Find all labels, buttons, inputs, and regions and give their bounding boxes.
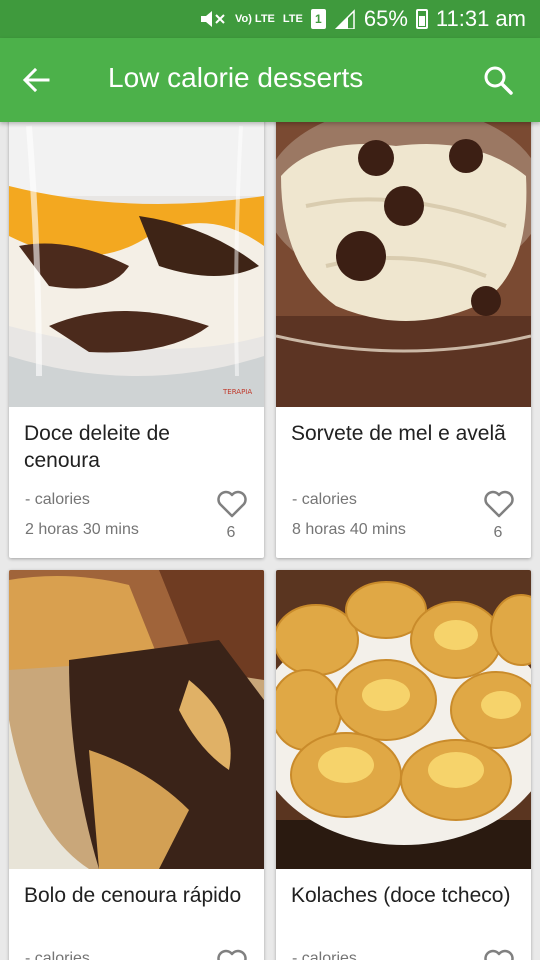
recipe-calories: - calories bbox=[25, 950, 90, 960]
heart-icon[interactable] bbox=[216, 489, 248, 519]
battery-percent: 65% bbox=[363, 6, 408, 31]
recipe-image bbox=[276, 570, 531, 869]
recipe-calories: - calories bbox=[292, 491, 357, 508]
recipe-calories: - calories bbox=[25, 491, 90, 508]
heart-icon[interactable] bbox=[483, 489, 515, 519]
mute-icon bbox=[200, 11, 225, 27]
recipe-grid[interactable]: TERAPIA Doce deleite de cenoura - calori… bbox=[0, 122, 540, 960]
recipe-name: Doce deleite de cenoura bbox=[24, 422, 170, 472]
recipe-card[interactable]: Kolaches (doce tcheco) - calories bbox=[276, 570, 531, 960]
status-bar: Vo) LTE LTE 1 65% 11:31 am bbox=[0, 0, 540, 38]
image-watermark: TERAPIA bbox=[222, 388, 252, 396]
heart-icon[interactable] bbox=[216, 948, 248, 960]
recipe-card[interactable]: TERAPIA Doce deleite de cenoura - calori… bbox=[9, 122, 264, 558]
app-bar: Low calorie desserts bbox=[0, 38, 540, 122]
likes-count: 6 bbox=[493, 524, 503, 541]
heart-icon[interactable] bbox=[483, 948, 515, 960]
battery-icon bbox=[415, 9, 428, 29]
recipe-name: Kolaches (doce tcheco) bbox=[291, 884, 511, 907]
clock: 11:31 am bbox=[435, 6, 526, 31]
recipe-calories: - calories bbox=[292, 950, 357, 960]
recipe-name: Bolo de cenoura rápido bbox=[24, 884, 242, 907]
recipe-card[interactable]: Sorvete de mel e avelã - calories 8 hora… bbox=[276, 122, 531, 558]
signal-icon bbox=[334, 9, 355, 29]
recipe-name: Sorvete de mel e avelã bbox=[291, 422, 506, 445]
recipe-card[interactable]: Bolo de cenoura rápido - calories bbox=[9, 570, 264, 960]
recipe-image bbox=[9, 570, 264, 869]
recipe-image: TERAPIA bbox=[9, 122, 264, 407]
recipe-image bbox=[276, 122, 531, 407]
lte-icon: LTE bbox=[282, 12, 303, 25]
recipe-time: 8 horas 40 mins bbox=[292, 521, 406, 538]
volte-icon: Vo) LTE bbox=[234, 12, 275, 25]
status-icons: Vo) LTE LTE 1 65% 11:31 am bbox=[199, 0, 526, 38]
back-arrow-icon[interactable] bbox=[20, 64, 52, 96]
search-icon[interactable] bbox=[482, 64, 514, 96]
likes-count: 6 bbox=[226, 524, 236, 541]
recipe-time: 2 horas 30 mins bbox=[25, 521, 139, 538]
page-title: Low calorie desserts bbox=[108, 62, 364, 93]
sim-icon: 1 bbox=[310, 9, 326, 29]
